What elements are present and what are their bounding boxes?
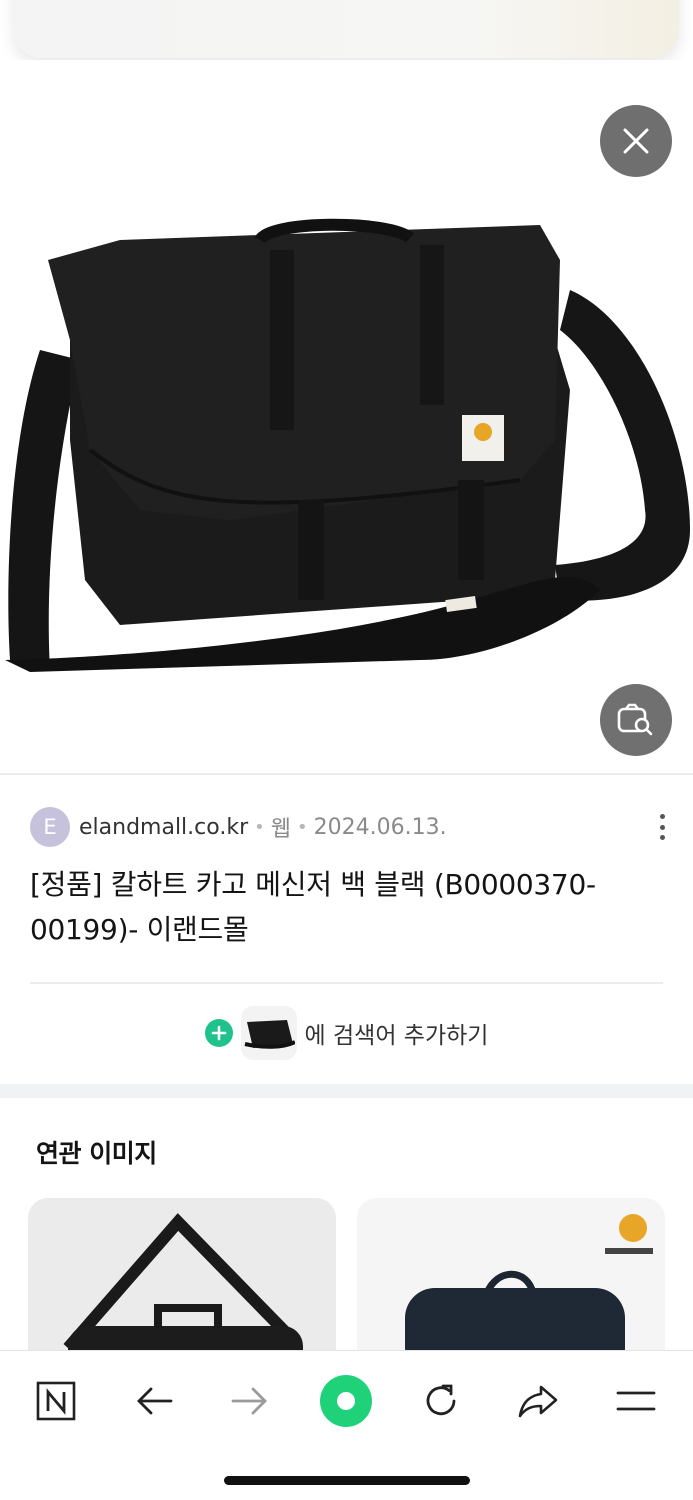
divider: [30, 982, 663, 984]
bag-thumbnail: [240, 1006, 297, 1060]
forward-arrow-icon[interactable]: [220, 1371, 280, 1431]
add-to-search-label: 에 검색어 추가하기: [304, 1023, 489, 1049]
result-title-link[interactable]: [정품] 칼하트 카고 메신저 백 블랙 (B0000370-00199)- 이…: [30, 862, 665, 952]
source-avatar: E: [30, 807, 70, 847]
image-search-icon: [617, 703, 653, 736]
section-divider: [0, 773, 693, 775]
back-arrow-icon[interactable]: [124, 1371, 184, 1431]
refresh-icon[interactable]: [411, 1371, 471, 1431]
menu-icon[interactable]: [606, 1371, 666, 1431]
source-domain[interactable]: elandmall.co.kr: [79, 815, 248, 840]
home-indicator[interactable]: [224, 1476, 470, 1485]
source-info[interactable]: E elandmall.co.kr • 웹 • 2024.06.13.: [30, 806, 447, 848]
related-image-card[interactable]: [28, 1198, 336, 1368]
green-dot-icon[interactable]: [316, 1371, 376, 1431]
plus-icon: [204, 1019, 233, 1047]
add-to-search-button[interactable]: 에 검색어 추가하기: [0, 1004, 693, 1062]
messenger-bag-image: [5, 218, 690, 672]
separator-dot: •: [254, 816, 265, 838]
source-date: 2024.06.13.: [313, 814, 447, 840]
product-image[interactable]: [0, 60, 693, 772]
section-spacer: [0, 1084, 693, 1098]
image-search-button[interactable]: [600, 684, 672, 756]
source-type: 웹: [270, 817, 291, 842]
separator-dot: •: [297, 816, 308, 838]
related-bag-image: [405, 1214, 653, 1368]
notification-banner[interactable]: 뭐: [14, 0, 679, 58]
close-icon: [623, 128, 649, 154]
related-image-card[interactable]: [357, 1198, 665, 1368]
more-options-icon[interactable]: [648, 810, 676, 844]
related-bag-image: [63, 1213, 303, 1368]
related-images-heading: 연관 이미지: [36, 1139, 157, 1168]
share-icon[interactable]: [508, 1371, 568, 1431]
close-button[interactable]: [600, 105, 672, 177]
naver-home-icon[interactable]: [26, 1371, 86, 1431]
